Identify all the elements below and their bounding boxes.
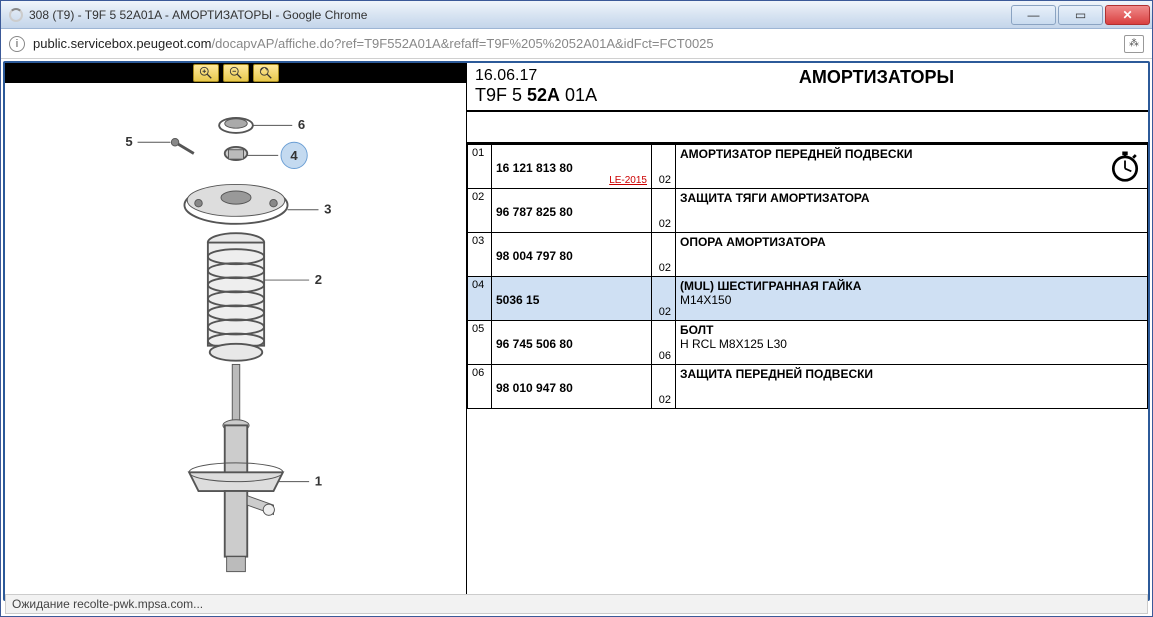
address-bar[interactable]: i public.servicebox.peugeot.com/docapvAP… [1,29,1152,59]
svg-text:2: 2 [314,272,321,287]
part-index: 06 [468,365,492,409]
titlebar[interactable]: 308 (T9) - T9F 5 52A01A - АМОРТИЗАТОРЫ -… [1,1,1152,29]
part-qty: 02 [652,277,676,321]
svg-text:3: 3 [324,202,331,217]
window-buttons: — ▭ ✕ [1009,5,1150,25]
loading-spinner-icon [9,8,23,22]
part-row[interactable]: 0596 745 506 8006БОЛТH RCL M8X125 L30 [468,321,1148,365]
header-title: АМОРТИЗАТОРЫ [605,63,1148,110]
part-number-cell: 5036 15 [492,277,652,321]
part-index: 04 [468,277,492,321]
url-path: /docapvAP/affiche.do?ref=T9F552A01A&refa… [212,36,714,51]
part-number: 98 004 797 80 [496,235,647,263]
header-code: T9F 5 52A 01A [475,85,597,106]
translate-icon[interactable]: ⁂ [1124,35,1144,53]
site-info-icon[interactable]: i [9,36,25,52]
part-number-cell: 98 004 797 80 [492,233,652,277]
part-qty: 02 [652,189,676,233]
browser-window: 308 (T9) - T9F 5 52A01A - АМОРТИЗАТОРЫ -… [0,0,1153,617]
part-row[interactable]: 0116 121 813 80LE-201502АМОРТИЗАТОР ПЕРЕ… [468,145,1148,189]
url-domain: public.servicebox.peugeot.com [33,36,212,51]
svg-text:5: 5 [125,134,132,149]
part-number-cell: 96 787 825 80 [492,189,652,233]
part-number: 96 787 825 80 [496,191,647,219]
header-date: 16.06.17 [475,67,597,85]
close-button[interactable]: ✕ [1105,5,1150,25]
zoom-in-button[interactable] [193,64,219,82]
part-number: 5036 15 [496,279,647,307]
svg-text:1: 1 [314,473,321,488]
part-desc: БОЛТH RCL M8X125 L30 [676,321,1148,365]
part-row[interactable]: 0698 010 947 8002ЗАЩИТА ПЕРЕДНЕЙ ПОДВЕСК… [468,365,1148,409]
part-index: 02 [468,189,492,233]
zoom-toolbar [5,63,466,83]
zoom-fit-button[interactable] [253,64,279,82]
zoom-out-button[interactable] [223,64,249,82]
maximize-button[interactable]: ▭ [1058,5,1103,25]
part-number: 96 745 506 80 [496,323,647,351]
part-number-cell: 16 121 813 80LE-2015 [492,145,652,189]
part-number-cell: 96 745 506 80 [492,321,652,365]
part-index: 05 [468,321,492,365]
part-qty: 02 [652,365,676,409]
part-number-cell: 98 010 947 80 [492,365,652,409]
part-desc: ЗАЩИТА ТЯГИ АМОРТИЗАТОРА [676,189,1148,233]
header-row: 16.06.17 T9F 5 52A 01A АМОРТИЗАТОРЫ [467,63,1148,112]
part-index: 03 [468,233,492,277]
part-desc: АМОРТИЗАТОР ПЕРЕДНЕЙ ПОДВЕСКИ [676,145,1148,189]
part-desc: (MUL) ШЕСТИГРАННАЯ ГАЙКАM14X150 [676,277,1148,321]
part-row[interactable]: 0398 004 797 8002ОПОРА АМОРТИЗАТОРА [468,233,1148,277]
svg-text:4: 4 [290,148,298,163]
part-qty: 06 [652,321,676,365]
part-number: 98 010 947 80 [496,367,647,395]
part-index: 01 [468,145,492,189]
part-extra: LE-2015 [496,175,647,186]
svg-text:6: 6 [297,117,304,132]
part-row[interactable]: 045036 1502(MUL) ШЕСТИГРАННАЯ ГАЙКАM14X1… [468,277,1148,321]
minimize-button[interactable]: — [1011,5,1056,25]
parts-table: 0116 121 813 80LE-201502АМОРТИЗАТОР ПЕРЕ… [467,144,1148,409]
part-number: 16 121 813 80 [496,147,647,175]
part-qty: 02 [652,145,676,189]
part-qty: 02 [652,233,676,277]
diagram-panel: 6 5 4 [5,63,467,599]
window-title: 308 (T9) - T9F 5 52A01A - АМОРТИЗАТОРЫ -… [29,8,1009,22]
part-diagram[interactable]: 6 5 4 [5,83,466,599]
content-frame: 6 5 4 [3,61,1150,601]
part-desc: ОПОРА АМОРТИЗАТОРА [676,233,1148,277]
part-desc: ЗАЩИТА ПЕРЕДНЕЙ ПОДВЕСКИ [676,365,1148,409]
parts-panel: 16.06.17 T9F 5 52A 01A АМОРТИЗАТОРЫ 0116… [467,63,1148,599]
header-spacer [467,112,1148,144]
status-bar: Ожидание recolte-pwk.mpsa.com... [5,594,1148,614]
part-row[interactable]: 0296 787 825 8002ЗАЩИТА ТЯГИ АМОРТИЗАТОР… [468,189,1148,233]
status-text: Ожидание recolte-pwk.mpsa.com... [12,597,203,611]
